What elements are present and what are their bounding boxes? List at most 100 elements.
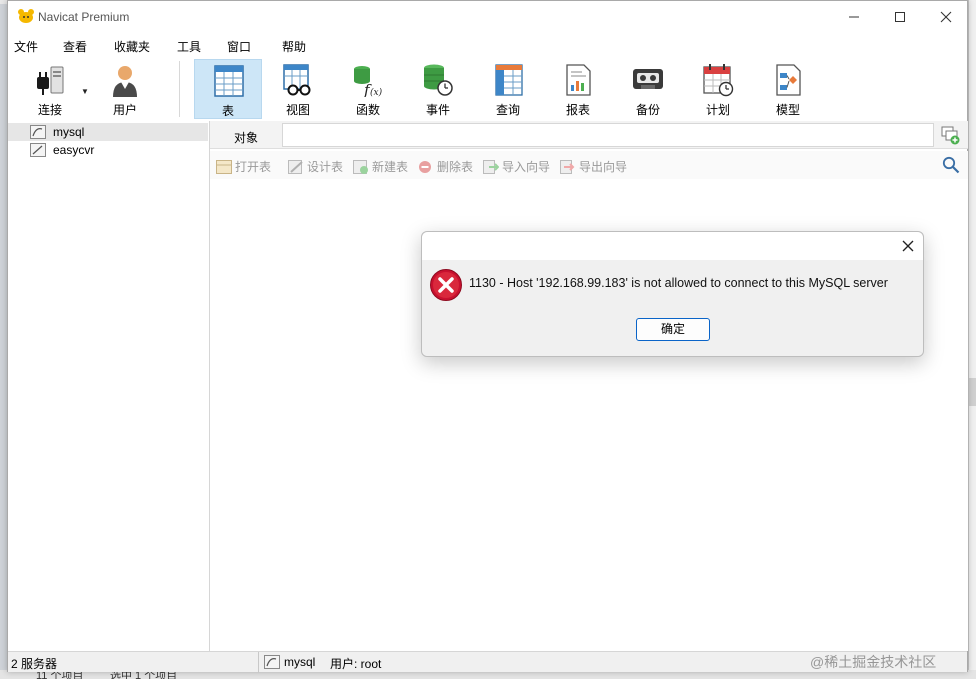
connection-label: easycvr [53,143,95,157]
close-button[interactable] [923,1,969,33]
toolbar-query-button[interactable]: 查询 [474,59,542,119]
user-icon [113,66,137,97]
toolbar-backup-label: 备份 [635,103,660,117]
import-wizard-icon [483,160,499,174]
open-table-label: 打开表 [235,160,272,174]
background-scroll-notch [969,378,976,406]
server-count: 2 服务器 [11,657,58,671]
menu-help[interactable]: 帮助 [282,38,306,55]
toolbar-view-label: 视图 [285,103,310,117]
menu-tools[interactable]: 工具 [177,38,201,55]
svg-text:(x): (x) [370,87,383,97]
connect-label: 连接 [37,103,62,117]
toolbar-model-button[interactable]: 模型 [754,59,822,119]
new-table-button[interactable]: 新建表 [353,158,408,175]
delete-table-icon [419,161,431,173]
import-wizard-button[interactable]: 导入向导 [483,158,550,175]
toolbar-table-label: 表 [221,104,234,118]
status-connection-icon [264,655,280,669]
export-wizard-button[interactable]: 导出向导 [560,158,627,175]
design-table-button[interactable]: 设计表 [288,158,343,175]
user-button[interactable]: 用户 [91,59,159,119]
window-title: Navicat Premium [38,10,130,24]
connection-item-easycvr[interactable]: easycvr [8,141,208,159]
user-label: 用户 [112,103,137,117]
status-separator [258,652,259,673]
new-tab-icon[interactable] [940,125,960,145]
connection-item-mysql[interactable]: mysql [8,123,208,141]
close-icon [902,240,914,252]
toolbar-event-button[interactable]: 事件 [404,59,472,119]
minimize-icon [849,16,859,18]
object-action-bar: 打开表 设计表 新建表 删除表 导入向导 导出向导 [210,151,968,179]
toolbar-backup-button[interactable]: 备份 [614,59,682,119]
status-user: 用户: root [330,657,382,671]
toolbar-separator [179,61,180,117]
model-icon [776,64,801,96]
navicat-logo-icon [18,9,34,23]
menu-file[interactable]: 文件 [14,38,38,55]
toolbar-function-label: 函数 [355,103,380,117]
error-icon [430,269,462,301]
toolbar-event-label: 事件 [425,103,450,117]
connection-sidebar: mysql easycvr [8,121,210,651]
main-toolbar: 连接 ▼ 用户 表 视图 f (x) 函数 事件 查询 报表 备份 计划 模型 [8,57,967,121]
toolbar-query-label: 查询 [495,103,520,117]
schedule-icon [703,64,734,97]
menu-favorites[interactable]: 收藏夹 [114,38,150,55]
easycvr-connection-icon [30,143,46,157]
report-icon [566,64,591,96]
toolbar-report-button[interactable]: 报表 [544,59,612,119]
watermark-text: @稀土掘金技术社区 [810,654,937,670]
design-table-icon [288,160,303,174]
search-icon[interactable] [942,156,960,174]
toolbar-function-button[interactable]: f (x) 函数 [334,59,402,119]
backup-icon [633,69,663,89]
connect-button[interactable]: 连接 [16,59,84,119]
new-table-icon [353,160,368,174]
ok-button[interactable]: 确定 [636,318,710,341]
view-icon [283,64,311,96]
import-wizard-label: 导入向导 [502,160,551,174]
object-tab-strip [282,123,934,147]
menu-view[interactable]: 查看 [63,38,87,55]
toolbar-table-button[interactable]: 表 [194,59,262,119]
background-right-edge [968,0,976,679]
maximize-icon [895,12,905,22]
title-bar[interactable]: Navicat Premium [8,1,967,33]
tab-objects[interactable]: 对象 [210,122,282,148]
toolbar-view-button[interactable]: 视图 [264,59,332,119]
error-message: 1130 - Host '192.168.99.183' is not allo… [469,276,888,290]
dialog-close-button[interactable] [898,236,918,256]
maximize-button[interactable] [877,1,923,33]
mysql-connection-icon [30,125,46,139]
toolbar-report-label: 报表 [565,103,590,117]
query-icon [495,64,523,96]
new-table-label: 新建表 [372,160,409,174]
dialog-body: 1130 - Host '192.168.99.183' is not allo… [422,260,923,356]
close-icon [940,11,952,23]
design-table-label: 设计表 [307,160,344,174]
event-icon [424,64,453,96]
open-table-icon [216,160,232,174]
delete-table-button[interactable]: 删除表 [418,158,473,175]
menu-bar: 文件 查看 收藏夹 工具 窗口 帮助 [8,35,967,55]
open-table-button[interactable]: 打开表 [216,158,271,175]
toolbar-model-label: 模型 [775,103,800,117]
delete-table-label: 删除表 [437,160,474,174]
object-tab-bar: 对象 [210,121,968,149]
toolbar-schedule-label: 计划 [705,103,730,117]
export-wizard-label: 导出向导 [579,160,628,174]
connect-plug-icon [37,66,64,95]
status-connection-name: mysql [284,655,316,669]
minimize-button[interactable] [831,1,877,33]
dialog-title-bar[interactable] [422,232,923,260]
toolbar-schedule-button[interactable]: 计划 [684,59,752,119]
menu-window[interactable]: 窗口 [227,38,251,55]
table-icon [214,65,244,97]
function-icon: f (x) [354,66,383,97]
export-wizard-icon [560,160,575,174]
error-dialog: 1130 - Host '192.168.99.183' is not allo… [421,231,924,357]
connect-dropdown-arrow-icon[interactable]: ▼ [81,87,89,96]
connection-label: mysql [53,125,85,139]
